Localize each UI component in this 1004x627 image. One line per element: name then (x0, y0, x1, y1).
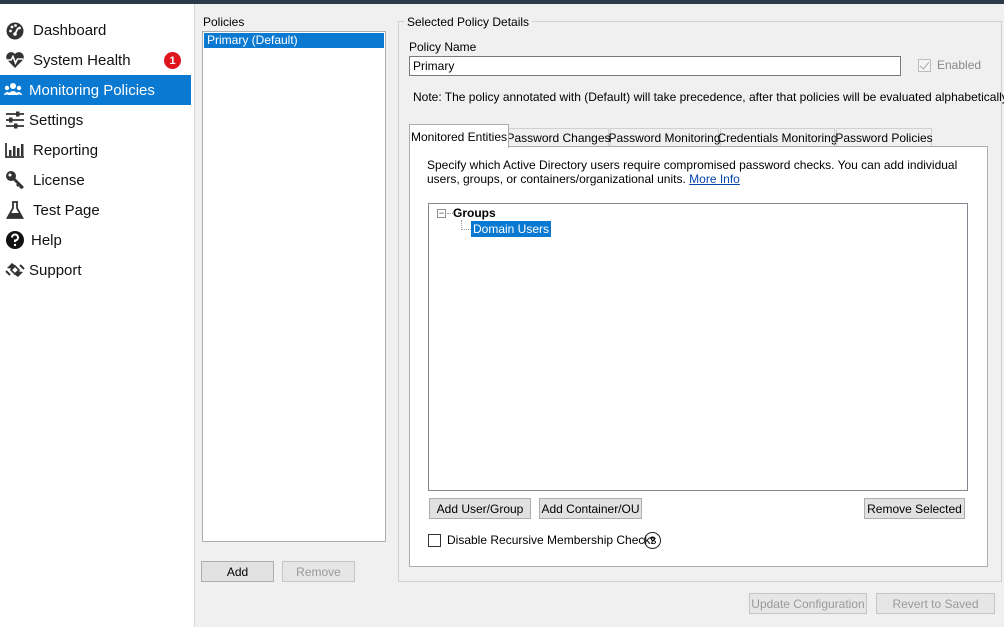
sidebar-item-label: System Health (33, 51, 131, 69)
sidebar-item-label: Monitoring Policies (29, 81, 155, 99)
add-policy-button[interactable]: Add (201, 561, 274, 582)
remove-policy-button[interactable]: Remove (282, 561, 355, 582)
recursive-label: Disable Recursive Membership Checks (447, 533, 657, 547)
entities-description: Specify which Active Directory users req… (427, 158, 975, 186)
update-configuration-button[interactable]: Update Configuration (749, 593, 867, 614)
tree-node-domain-users[interactable]: Domain Users (471, 221, 552, 237)
tree-connector (461, 229, 471, 230)
tab-monitored-entities[interactable]: Monitored Entities (409, 124, 509, 148)
sidebar-item-system-health[interactable]: System Health 1 (0, 45, 191, 75)
users-icon (2, 80, 24, 100)
question-circle-icon (4, 230, 26, 250)
sidebar-item-reporting[interactable]: Reporting (0, 135, 191, 165)
dashboard-icon (4, 20, 26, 40)
tab-password-policies[interactable]: Password Policies (835, 128, 933, 147)
key-icon (4, 170, 26, 190)
sidebar-item-monitoring-policies[interactable]: Monitoring Policies (0, 75, 191, 105)
alert-count-badge: 1 (164, 52, 181, 69)
sidebar-item-label: Dashboard (33, 21, 107, 39)
sidebar-item-label: Settings (29, 111, 84, 129)
sidebar-item-settings[interactable]: Settings (0, 105, 191, 135)
sidebar-item-label: Reporting (33, 141, 99, 159)
sliders-icon (4, 110, 26, 130)
tab-password-monitoring[interactable]: Password Monitoring (608, 128, 721, 147)
policies-label: Policies (203, 15, 245, 29)
add-user-group-button[interactable]: Add User/Group (429, 498, 531, 519)
flask-icon (4, 200, 26, 220)
checkbox-box (428, 533, 441, 547)
sidebar-item-support[interactable]: Support (0, 255, 191, 285)
sidebar-item-label: Test Page (33, 201, 100, 219)
support-icon (4, 260, 26, 280)
entities-tree[interactable]: − Groups Domain Users (428, 203, 968, 491)
add-container-ou-button[interactable]: Add Container/OU (539, 498, 642, 519)
disable-recursive-checkbox[interactable]: Disable Recursive Membership Checks (428, 533, 656, 547)
policy-note: Note: The policy annotated with (Default… (413, 90, 1004, 104)
more-info-link[interactable]: More Info (689, 172, 740, 186)
policy-name-label: Policy Name (409, 40, 477, 54)
sidebar: Dashboard System Health 1 Monitoring Pol… (0, 4, 195, 627)
list-item[interactable]: Primary (Default) (204, 33, 384, 48)
sidebar-item-test-page[interactable]: Test Page (0, 195, 191, 225)
checkbox-box (918, 58, 931, 72)
enabled-label: Enabled (937, 58, 982, 72)
sidebar-item-help[interactable]: Help (0, 225, 191, 255)
sidebar-item-label: License (33, 171, 85, 189)
help-icon[interactable]: ? (644, 532, 661, 549)
revert-to-saved-button[interactable]: Revert to Saved (876, 593, 995, 614)
sidebar-item-label: Support (29, 261, 82, 279)
sidebar-item-label: Help (31, 231, 62, 249)
collapse-toggle-icon[interactable]: − (437, 209, 446, 218)
sidebar-item-dashboard[interactable]: Dashboard (0, 15, 191, 45)
tab-password-changes[interactable]: Password Changes (506, 128, 611, 147)
tab-credentials-monitoring[interactable]: Credentials Monitoring (717, 128, 838, 147)
heartbeat-icon (4, 50, 26, 70)
enabled-checkbox[interactable]: Enabled (918, 58, 981, 72)
policy-details-title: Selected Policy Details (404, 15, 533, 29)
policies-list[interactable]: Primary (Default) (202, 31, 386, 542)
sidebar-item-license[interactable]: License (0, 165, 191, 195)
policy-name-field[interactable] (409, 56, 901, 76)
remove-selected-button[interactable]: Remove Selected (864, 498, 965, 519)
tree-node-groups[interactable]: Groups (453, 206, 496, 220)
bar-chart-icon (4, 140, 26, 160)
